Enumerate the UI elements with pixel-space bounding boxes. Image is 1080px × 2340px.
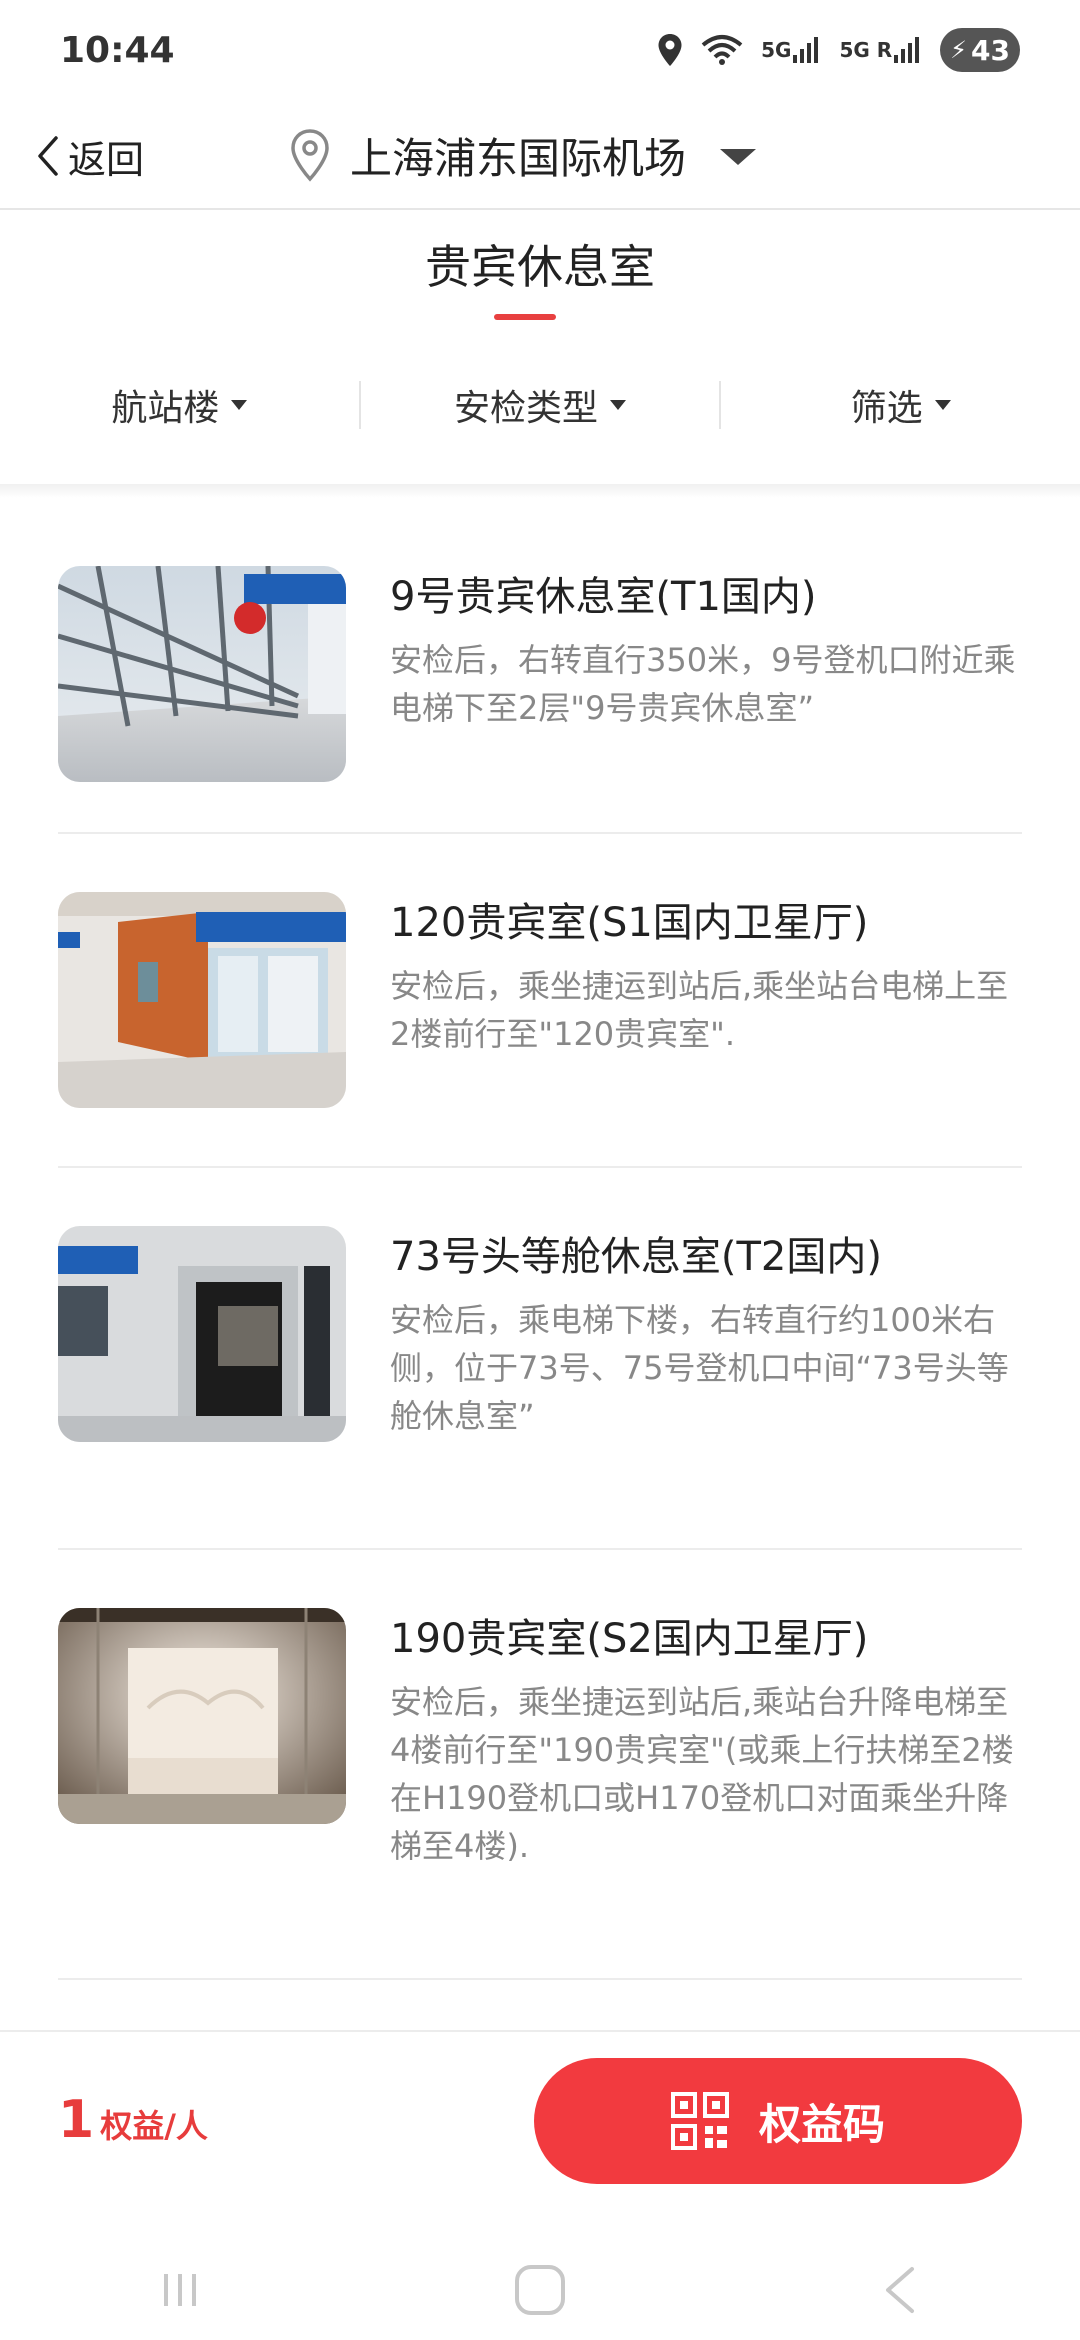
page-title: 贵宾休息室: [425, 240, 655, 294]
lounge-description: 安检后，乘电梯下楼，右转直行约100米右侧，位于73号、75号登机口中间“73号…: [390, 1301, 1009, 1435]
net2-label: 5G R: [839, 38, 893, 62]
lounge-title: 73号头等舱休息室(T2国内): [390, 1234, 882, 1280]
quota-unit: 权益/人: [100, 2107, 208, 2145]
filter-terminal-label: 航站楼: [111, 388, 220, 429]
recent-apps-icon: [164, 2274, 196, 2306]
filter-security-label: 安检类型: [454, 388, 599, 429]
filter-terminal[interactable]: 航站楼: [0, 380, 359, 430]
qr-code-icon: [670, 2092, 729, 2150]
lounge-title: 190贵宾室(S2国内卫星厅): [390, 1616, 869, 1662]
status-time: 10:44: [60, 29, 175, 71]
filter-more-label: 筛选: [850, 388, 923, 429]
back-triangle-icon: [886, 2267, 914, 2313]
lounge-description: 安检后，右转直行350米，9号登机口附近乘电梯下至2层"9号贵宾休息室”: [390, 641, 1016, 727]
footer-bar: 1 权益/人 权益码: [0, 2030, 1080, 2230]
quota-number: 1: [58, 2090, 95, 2150]
caret-down-icon: [934, 400, 951, 410]
lounge-photo: [58, 1608, 346, 1824]
status-icons: 5G 5G R ⚡ 43: [657, 28, 1020, 72]
lounge-item[interactable]: 190贵宾室(S2国内卫星厅) 安检后，乘坐捷运到站后,乘站台升降电梯至4楼前行…: [58, 1550, 1022, 1980]
home-button[interactable]: [480, 2250, 600, 2330]
lounge-item[interactable]: 73号头等舱休息室(T2国内) 安检后，乘电梯下楼，右转直行约100米右侧，位于…: [58, 1168, 1022, 1550]
home-icon: [515, 2265, 565, 2315]
back-label: 返回: [68, 137, 145, 182]
location-status-icon: [657, 33, 683, 67]
lounge-description: 安检后，乘坐捷运到站后,乘站台升降电梯至4楼前行至"190贵宾室"(或乘上行扶梯…: [390, 1683, 1014, 1865]
signal-5g-r-icon: 5G R: [839, 35, 922, 65]
dropdown-arrow-icon: [720, 149, 757, 165]
lounge-title: 120贵宾室(S1国内卫星厅): [390, 900, 869, 946]
lounge-photo: [58, 1226, 346, 1442]
caret-down-icon: [610, 400, 627, 410]
wifi-icon: [701, 33, 743, 67]
lounge-photo: [58, 892, 346, 1108]
title-underline: [494, 314, 556, 320]
charging-icon: ⚡: [950, 36, 968, 64]
net1-label: 5G: [761, 38, 792, 62]
lounge-description: 安检后，乘坐捷运到站后,乘坐站台电梯上至2楼前行至"120贵宾室".: [390, 967, 1009, 1053]
battery-indicator: ⚡ 43: [940, 28, 1020, 72]
lounge-item[interactable]: 120贵宾室(S1国内卫星厅) 安检后，乘坐捷运到站后,乘坐站台电梯上至2楼前行…: [58, 834, 1022, 1168]
nav-bar: 返回 上海浦东国际机场: [0, 100, 1080, 210]
benefit-code-label: 权益码: [758, 2099, 885, 2149]
location-pin-icon: [291, 129, 329, 182]
location-selector[interactable]: 上海浦东国际机场: [288, 118, 757, 192]
chevron-left-icon: [38, 136, 58, 176]
caret-down-icon: [231, 400, 248, 410]
lounge-title: 9号贵宾休息室(T1国内): [390, 574, 817, 620]
filter-security-type[interactable]: 安检类型: [361, 380, 720, 430]
filter-bar: 航站楼 安检类型 筛选: [0, 340, 1080, 470]
lounge-photo: [58, 566, 346, 782]
status-bar: 10:44 5G 5G R ⚡ 43: [0, 0, 1080, 100]
system-back-button[interactable]: [840, 2250, 960, 2330]
location-name: 上海浦东国际机场: [350, 133, 687, 183]
section-header: 贵宾休息室: [0, 212, 1080, 322]
recent-apps-button[interactable]: [120, 2250, 240, 2330]
filter-more[interactable]: 筛选: [721, 380, 1080, 430]
lounge-item[interactable]: 9号贵宾休息室(T1国内) 安检后，右转直行350米，9号登机口附近乘电梯下至2…: [58, 538, 1022, 834]
benefit-code-button[interactable]: 权益码: [534, 2058, 1022, 2184]
system-navigation-bar: [0, 2240, 1080, 2340]
quota-display: 1 权益/人: [58, 2090, 208, 2150]
shadow-divider: [0, 484, 1080, 498]
back-button[interactable]: 返回: [36, 124, 144, 188]
battery-level: 43: [971, 33, 1010, 67]
signal-5g-icon: 5G: [761, 35, 821, 65]
